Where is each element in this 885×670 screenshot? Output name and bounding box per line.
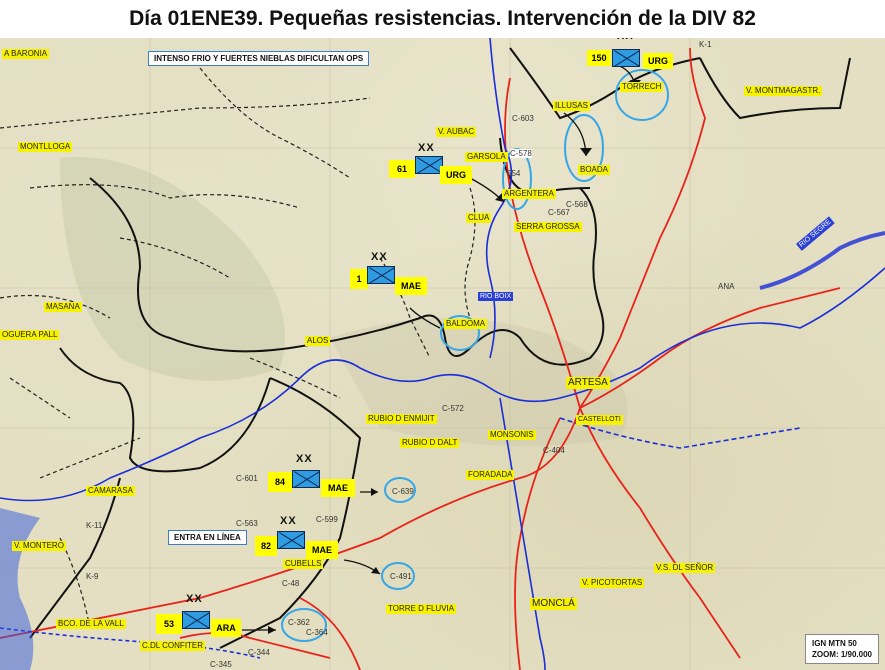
map-canvas[interactable]: INTENSO FRIO Y FUERTES NIEBLAS DIFICULTA… xyxy=(0,38,885,670)
place-label: C.DL CONFITER xyxy=(140,641,206,651)
infantry-unit-icon[interactable] xyxy=(612,49,640,67)
place-label: BOADA xyxy=(578,165,611,175)
road-label: C-572 xyxy=(442,404,464,413)
place-label: V.S. DL SEÑOR xyxy=(654,563,716,573)
entry-callout: ENTRA EN LÍNEA xyxy=(168,530,247,545)
infantry-unit-icon[interactable] xyxy=(277,531,305,549)
division-echelon-icon: XX xyxy=(296,453,313,465)
place-label: TORRE D FLUVIA xyxy=(386,604,457,614)
unit-id[interactable]: 82 xyxy=(255,536,277,556)
unit-id[interactable]: 53 xyxy=(156,614,182,634)
unit-id[interactable]: 84 xyxy=(268,472,292,492)
place-label: ARGENTERA xyxy=(502,189,556,199)
place-label: OGUERA PALL xyxy=(0,330,60,340)
weather-callout: INTENSO FRIO Y FUERTES NIEBLAS DIFICULTA… xyxy=(148,51,370,66)
place-label: RUBIO D ENMIJIT xyxy=(366,414,437,424)
place-label: CLUA xyxy=(466,213,492,223)
unit-id[interactable]: 150 xyxy=(587,50,611,66)
place-label: GARSOLA xyxy=(465,152,508,162)
place-label: MONSONIS xyxy=(488,430,536,440)
infantry-unit-icon[interactable] xyxy=(367,266,395,284)
unit-tag[interactable]: URG xyxy=(440,166,472,184)
place-label: TORRECH xyxy=(620,82,664,92)
infantry-unit-icon[interactable] xyxy=(415,156,443,174)
road-label: C-578 xyxy=(510,149,532,158)
road-label: C-491 xyxy=(390,572,412,581)
road-label: C-563 xyxy=(236,519,258,528)
road-label: C-567 xyxy=(548,208,570,217)
map-title: Día 01ENE39. Pequeñas resistencias. Inte… xyxy=(129,7,756,30)
scale-zoom: ZOOM: 1/90.000 xyxy=(811,650,872,659)
place-label: MONCLÁ xyxy=(530,598,577,610)
road-label: C-603 xyxy=(512,114,534,123)
unit-tag[interactable]: MAE xyxy=(395,277,427,295)
road-label: C-601 xyxy=(236,474,258,483)
road-label: C-344 xyxy=(248,648,270,657)
place-label: CASTELLOTI xyxy=(576,415,623,425)
road-label: K-11 xyxy=(86,521,103,530)
road-label: ANA xyxy=(718,282,735,291)
division-echelon-icon: XX xyxy=(186,593,203,605)
road-label: C-639 xyxy=(392,487,414,496)
unit-tag[interactable]: MAE xyxy=(321,479,355,497)
division-echelon-icon: XX xyxy=(280,515,297,527)
place-label: V. PICOTORTAS xyxy=(580,578,645,588)
place-label: CAMARASA xyxy=(86,486,135,496)
place-label: MONTLLOGA xyxy=(18,142,73,152)
place-label: ARTESA xyxy=(566,377,610,389)
place-label: V. MONTERO xyxy=(12,541,66,551)
place-label: SERRA GROSSA xyxy=(514,222,582,232)
place-label: ALOS xyxy=(305,336,331,346)
place-label: A BARONIA xyxy=(2,49,50,59)
place-label: RUBIO D DALT xyxy=(400,438,460,448)
road-label: K-1 xyxy=(699,40,712,49)
place-label: V. MONTMAGASTR. xyxy=(744,86,823,96)
place-label: BALDOMA xyxy=(444,319,488,329)
division-echelon-icon: XX xyxy=(617,38,634,42)
unit-id[interactable]: 1 xyxy=(350,269,368,289)
place-label: FORADADA xyxy=(466,470,515,480)
division-echelon-icon: XX xyxy=(418,142,435,154)
river-label: RIO BOIX xyxy=(478,292,514,301)
road-label: K-9 xyxy=(86,572,99,581)
place-label: MASANA xyxy=(44,302,82,312)
place-label: V. AUBAC xyxy=(436,127,477,137)
road-label: C-345 xyxy=(210,660,232,669)
unit-tag[interactable]: ARA xyxy=(211,619,241,637)
road-label: C-364 xyxy=(306,628,328,637)
road-label: C-48 xyxy=(282,579,300,588)
unit-tag[interactable]: URG xyxy=(643,53,673,69)
road-label: C-599 xyxy=(316,515,338,524)
road-label: C-362 xyxy=(288,618,310,627)
place-label: BCO. DE LA VALL xyxy=(56,619,126,629)
unit-id[interactable]: 61 xyxy=(389,160,415,178)
road-label: C-404 xyxy=(543,446,565,455)
place-label: ILLUSAS xyxy=(553,101,590,111)
scale-info: IGN MTN 50 ZOOM: 1/90.000 xyxy=(804,634,879,664)
road-label: 554 xyxy=(507,169,521,178)
division-echelon-icon: XX xyxy=(371,251,388,263)
scale-source: IGN MTN 50 xyxy=(811,639,857,648)
unit-tag[interactable]: MAE xyxy=(306,541,338,559)
place-label: CUBELLS xyxy=(283,559,324,569)
infantry-unit-icon[interactable] xyxy=(182,611,210,629)
road-label: C-568 xyxy=(566,200,588,209)
infantry-unit-icon[interactable] xyxy=(292,470,320,488)
